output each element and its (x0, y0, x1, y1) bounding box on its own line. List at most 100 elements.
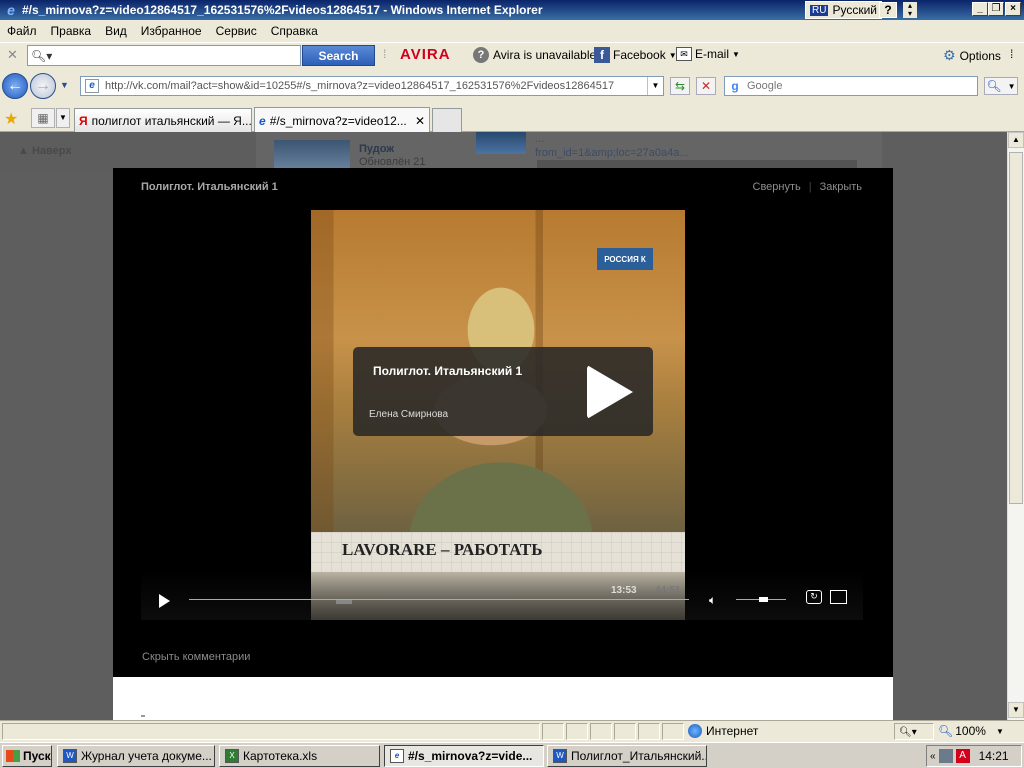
taskbar-item-label: Картотека.xls (243, 749, 318, 763)
menu-tools[interactable]: Сервис (209, 24, 264, 38)
back-button[interactable]: ← (2, 73, 28, 99)
post-link-text[interactable]: ... from_id=1&amp;loc=27a0a4a... (535, 132, 689, 160)
play-icon[interactable] (159, 594, 170, 608)
volume-handle[interactable] (759, 597, 768, 602)
menu-view[interactable]: Вид (98, 24, 134, 38)
taskbar-item-journal[interactable]: W Журнал учета докуме... (57, 745, 215, 767)
menu-file[interactable]: Файл (0, 24, 44, 38)
stop-button[interactable]: ✕ (696, 77, 716, 95)
menu-edit[interactable]: Правка (44, 24, 99, 38)
fullscreen-icon[interactable] (830, 590, 847, 604)
language-code: RU (810, 4, 829, 16)
refresh-button[interactable]: ⇆ (670, 77, 690, 95)
tray-expand-icon[interactable]: « (930, 751, 936, 762)
vertical-scrollbar[interactable]: ▲ ▼ (1007, 132, 1024, 720)
toolbar-divider: ⁞ (383, 47, 387, 61)
taskbar-item-browser[interactable]: e #/s_mirnova?z=vide... (384, 745, 544, 767)
close-window-button[interactable]: × (1005, 2, 1021, 16)
google-search-field[interactable]: g Google (724, 76, 978, 96)
channel-logo: РОССИЯ К (597, 248, 653, 270)
favorites-star-icon[interactable]: ★ (4, 109, 18, 129)
close-toolbar-icon[interactable]: ✕ (7, 47, 18, 63)
menu-help[interactable]: Справка (264, 24, 325, 38)
chevron-down-icon: ▼ (995, 726, 1004, 736)
maximize-window-button[interactable]: ❐ (988, 2, 1004, 16)
status-cell (542, 723, 564, 740)
taskbar-item-kartoteka[interactable]: X Картотека.xls (219, 745, 380, 767)
tab-list-dropdown-icon[interactable]: ▼ (56, 108, 70, 128)
tab-bar: ★ ▦ ▼ Я полиглот итальянский — Я... e #/… (0, 104, 1024, 133)
scroll-to-top-link[interactable]: ▲ Наверх (18, 145, 71, 157)
tab-yandex-search[interactable]: Я полиглот итальянский — Я... (74, 108, 252, 132)
avira-status[interactable]: ? Avira is unavailable (473, 47, 596, 63)
seek-position-marker[interactable] (336, 600, 352, 604)
loop-icon[interactable]: ↻ (806, 590, 822, 604)
security-zone[interactable]: Интернет (688, 724, 758, 738)
seek-bar[interactable] (189, 599, 689, 600)
tab-label: полиглот итальянский — Я... (91, 113, 252, 128)
video-overlay-actions: Свернуть | Закрыть (753, 181, 862, 193)
url-field[interactable]: e http://vk.com/mail?act=show&id=10255#/… (80, 76, 664, 96)
status-bar: Интернет 🔍︎▾ 🔍︎ 100% ▼ (0, 720, 1024, 742)
options-button[interactable]: ⚙ Options (943, 47, 1001, 64)
page-icon: e (259, 113, 266, 128)
toolbar-overflow-icon[interactable]: ⁞ (1010, 47, 1013, 61)
zoom-control[interactable]: 🔍︎ 100% ▼ (938, 724, 1004, 738)
new-tab-button[interactable] (432, 108, 462, 132)
chevron-down-icon: ▼ (1007, 81, 1016, 91)
address-bar: ← → ▼ e http://vk.com/mail?act=show&id=1… (0, 68, 1024, 104)
google-search-button[interactable]: 🔍︎ ▼ (984, 77, 1018, 95)
search-button[interactable]: Search (302, 45, 375, 66)
avira-logo[interactable]: AVIRA (400, 46, 451, 63)
video-subtitle-text: LAVORARE – РАБОТАТЬ (342, 540, 543, 559)
volume-icon[interactable]: 🔈︎ (709, 593, 716, 608)
video-info-box[interactable]: Полиглот. Итальянский 1 Елена Смирнова (353, 347, 653, 436)
minimize-window-button[interactable]: _ (972, 2, 988, 16)
scrollbar-thumb[interactable] (1009, 152, 1023, 504)
close-video-link[interactable]: Закрыть (820, 181, 862, 193)
video-info-author[interactable]: Елена Смирнова (369, 409, 448, 420)
post-thumbnail (476, 132, 526, 154)
start-button[interactable]: Пуск (2, 745, 52, 767)
menu-favorites[interactable]: Избранное (134, 24, 209, 38)
scroll-down-arrow-icon[interactable]: ▼ (1008, 702, 1024, 718)
help-icon[interactable]: ? (879, 2, 897, 18)
taskbar-item-label: #/s_mirnova?z=vide... (408, 749, 533, 763)
avira-tray-icon[interactable]: A (955, 749, 970, 763)
status-text-cell (2, 723, 540, 740)
language-options-icon[interactable]: ▴ ▾ (903, 2, 917, 18)
tab-label: #/s_mirnova?z=video12... (269, 113, 407, 128)
security-zone-label: Интернет (706, 724, 759, 738)
url-dropdown-icon[interactable]: ▼ (647, 77, 663, 95)
taskbar-item-poliglot[interactable]: W Полиглот_Итальянский... (547, 745, 707, 767)
chevron-up-icon: ▲ (18, 145, 29, 157)
clock[interactable]: 14:21 (979, 749, 1009, 763)
language-indicator[interactable]: RU Русский (805, 1, 882, 19)
page-icon: e (85, 79, 99, 93)
comments-panel-text-fragment (141, 715, 145, 717)
word-document-icon: W (63, 749, 77, 763)
email-button[interactable]: ✉ E-mail ▼ (676, 47, 740, 61)
facebook-button[interactable]: f Facebook ▼ (594, 47, 677, 63)
question-icon: ? (473, 47, 489, 63)
close-tab-icon[interactable]: ✕ (409, 114, 425, 128)
forward-button[interactable]: → (30, 73, 56, 99)
total-time: 44:51 (655, 585, 681, 596)
hide-comments-link[interactable]: Скрыть комментарии (142, 651, 250, 663)
google-icon: g (731, 79, 739, 93)
history-dropdown-icon[interactable]: ▼ (60, 80, 69, 90)
minimize-video-link[interactable]: Свернуть (753, 181, 801, 193)
protected-mode-cell[interactable]: 🔍︎▾ (894, 723, 934, 740)
big-play-icon[interactable] (587, 365, 633, 419)
tab-vk-video[interactable]: e #/s_mirnova?z=video12... ✕ (254, 107, 430, 133)
scroll-up-arrow-icon[interactable]: ▲ (1008, 132, 1024, 148)
group-updated: Обновлён 21 (359, 156, 426, 168)
network-icon[interactable] (938, 749, 953, 763)
group-name[interactable]: Пудож (359, 143, 394, 155)
toolbar-search-input[interactable]: 🔍︎▾ (27, 45, 301, 66)
taskbar-item-label: Полиглот_Итальянский... (571, 749, 707, 763)
menu-bar: Файл Правка Вид Избранное Сервис Справка (0, 20, 1024, 42)
email-label: E-mail (695, 47, 730, 61)
taskbar: Пуск W Журнал учета докуме... X Картотек… (0, 742, 1024, 768)
quick-tabs-icon[interactable]: ▦ (31, 108, 55, 128)
